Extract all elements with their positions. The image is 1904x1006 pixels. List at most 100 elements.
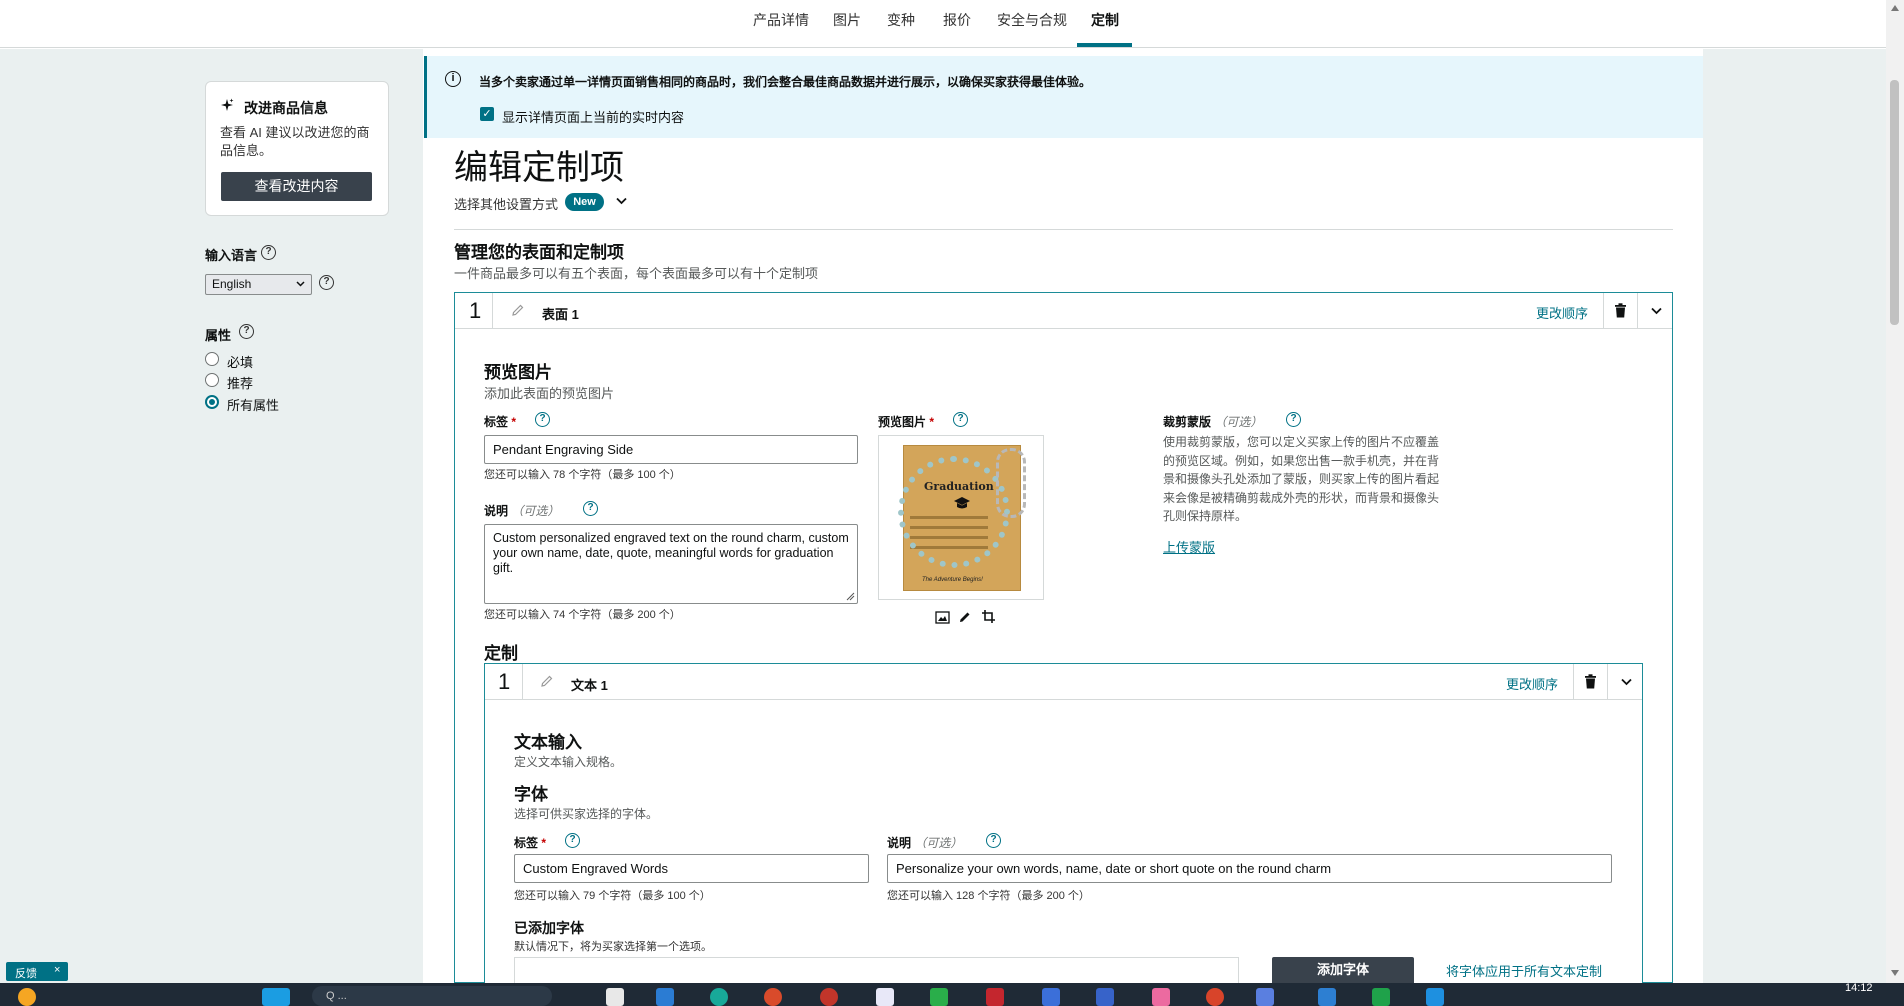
language-help-icon[interactable]: ? <box>261 245 276 260</box>
radio-required[interactable] <box>205 352 219 366</box>
font-desc-label: 说明 （可选） <box>887 836 963 850</box>
divider <box>492 293 493 329</box>
pencil-icon[interactable] <box>540 674 554 688</box>
app-icon[interactable] <box>1256 988 1274 1006</box>
upload-mask-link[interactable]: 上传蒙版 <box>1163 537 1215 556</box>
text-item-name: 文本 1 <box>571 678 608 693</box>
input-language-label: 输入语言 <box>205 248 258 263</box>
divider <box>1607 664 1608 700</box>
font-label-hint: 您还可以输入 79 个字符（最多 100 个） <box>514 890 711 902</box>
app-icon[interactable] <box>986 988 1004 1006</box>
tab-variations[interactable]: 变种 <box>887 10 915 30</box>
tab-images[interactable]: 图片 <box>833 10 861 30</box>
attributes-help-icon[interactable]: ? <box>239 324 254 339</box>
taskbar-search[interactable]: Q ... <box>312 986 552 1006</box>
font-desc-input[interactable]: Personalize your own words, name, date o… <box>887 854 1612 883</box>
preview-image: Graduation The Adventure Begins! <box>898 445 1026 591</box>
sparkle-icon <box>221 98 234 111</box>
app-icon[interactable] <box>656 988 674 1006</box>
improve-description: 查看 AI 建议以改进您的商品信息。 <box>220 125 370 158</box>
language-select-help-icon[interactable]: ? <box>319 275 334 290</box>
close-icon[interactable]: × <box>54 964 60 976</box>
font-label-help-icon[interactable]: ? <box>565 833 580 848</box>
scroll-up-icon[interactable] <box>1891 5 1899 11</box>
setup-method-label: 选择其他设置方式 <box>454 197 559 212</box>
app-icon[interactable] <box>1206 988 1224 1006</box>
language-select[interactable]: English <box>205 274 312 295</box>
edit-icon[interactable] <box>958 610 972 624</box>
scroll-down-icon[interactable] <box>1891 970 1899 976</box>
tab-offer[interactable]: 报价 <box>943 10 971 30</box>
surface-name: 表面 1 <box>542 307 579 322</box>
text-input-title: 文本输入 <box>514 733 582 752</box>
divider <box>522 664 523 700</box>
customization-title: 定制 <box>484 644 518 663</box>
divider <box>1603 293 1604 329</box>
font-label-input[interactable]: Custom Engraved Words <box>514 854 869 883</box>
radio-recommended[interactable] <box>205 373 219 387</box>
surface-reorder-link[interactable]: 更改顺序 <box>1536 303 1588 322</box>
surface-desc-textarea[interactable]: Custom personalized engraved text on the… <box>484 524 858 604</box>
mask-help-icon[interactable]: ? <box>1286 412 1301 427</box>
app-icon[interactable] <box>1042 988 1060 1006</box>
app-icon[interactable] <box>764 988 782 1006</box>
chevron-down-icon[interactable] <box>616 197 627 205</box>
mask-label: 裁剪蒙版 （可选） <box>1163 415 1263 429</box>
tab-safety-compliance[interactable]: 安全与合规 <box>997 10 1067 30</box>
preview-image-help-icon[interactable]: ? <box>953 412 968 427</box>
font-title: 字体 <box>514 785 548 804</box>
weather-icon[interactable] <box>18 988 36 1006</box>
radio-required-label: 必填 <box>227 355 254 370</box>
desc-help-icon[interactable]: ? <box>583 501 598 516</box>
info-banner: i 当多个卖家通过单一详情页面销售相同的商品时，我们会整合最佳商品数据并进行展示… <box>424 56 1703 138</box>
surface-label-hint: 您还可以输入 78 个字符（最多 100 个） <box>484 469 681 481</box>
pencil-icon[interactable] <box>511 303 525 317</box>
app-icon[interactable] <box>1426 988 1444 1006</box>
divider <box>454 229 1673 230</box>
text-item-reorder-link[interactable]: 更改顺序 <box>1506 674 1558 693</box>
scrollbar-thumb[interactable] <box>1890 80 1899 325</box>
app-icon[interactable] <box>1152 988 1170 1006</box>
app-icon[interactable] <box>1318 988 1336 1006</box>
live-content-label: 显示详情页面上当前的实时内容 <box>502 110 685 125</box>
view-improvements-button[interactable]: 查看改进内容 <box>221 172 372 201</box>
improve-title: 改进商品信息 <box>244 100 328 116</box>
tab-customization[interactable]: 定制 <box>1091 10 1119 30</box>
divider <box>1573 664 1574 700</box>
app-icon[interactable] <box>930 988 948 1006</box>
chevron-down-icon[interactable] <box>1621 678 1632 686</box>
font-desc-help-icon[interactable]: ? <box>986 833 1001 848</box>
divider <box>1637 293 1638 329</box>
radio-all-attributes-label: 所有属性 <box>227 398 280 413</box>
page-scrollbar[interactable] <box>1886 0 1904 983</box>
attributes-label: 属性 <box>205 328 232 343</box>
windows-start-icon[interactable] <box>262 988 290 1006</box>
added-fonts-title: 已添加字体 <box>514 920 584 936</box>
apply-font-all-link[interactable]: 将字体应用于所有文本定制 <box>1446 961 1602 980</box>
font-label-label: 标签 * <box>514 836 547 850</box>
resize-handle-icon[interactable] <box>846 592 855 601</box>
app-icon[interactable] <box>1372 988 1390 1006</box>
feedback-tab[interactable]: 反馈 × <box>6 962 68 981</box>
text-customization-panel: 1 文本 1 更改顺序 文本输入 定义文本输入规格。 字体 选择可供买家选择的字… <box>484 663 1643 993</box>
preview-image-frame[interactable]: Graduation The Adventure Begins! <box>878 435 1044 600</box>
tab-product-details[interactable]: 产品详情 <box>753 10 809 30</box>
radio-all-attributes[interactable] <box>205 395 219 409</box>
trash-icon[interactable] <box>1584 674 1597 689</box>
crop-icon[interactable] <box>981 609 996 624</box>
taskbar-clock: 14:12 <box>1845 982 1873 994</box>
preview-image-label: 预览图片 * <box>878 415 935 429</box>
chevron-down-icon[interactable] <box>1651 307 1662 315</box>
image-icon[interactable] <box>935 611 950 624</box>
info-icon: i <box>445 71 461 87</box>
app-icon[interactable] <box>820 988 838 1006</box>
live-content-checkbox[interactable]: ✓ <box>480 107 494 121</box>
app-icon[interactable] <box>1096 988 1114 1006</box>
surface-label-input[interactable]: Pendant Engraving Side <box>484 435 858 464</box>
label-help-icon[interactable]: ? <box>535 412 550 427</box>
trash-icon[interactable] <box>1614 303 1627 318</box>
top-nav: 产品详情 图片 变种 报价 安全与合规 定制 <box>0 0 1886 48</box>
app-icon[interactable] <box>606 988 624 1006</box>
app-icon[interactable] <box>710 988 728 1006</box>
app-icon[interactable] <box>876 988 894 1006</box>
